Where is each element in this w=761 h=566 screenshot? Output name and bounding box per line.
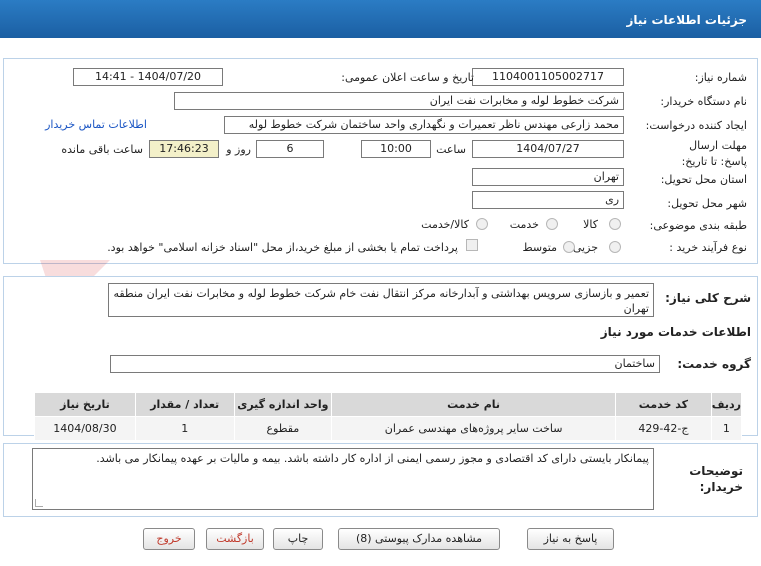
services-section-title: اطلاعات خدمات مورد نیاز xyxy=(600,325,751,339)
cell-need-date: 1404/08/30 xyxy=(34,416,136,441)
col-row-number: ردیف xyxy=(710,392,743,417)
remaining-time-field: 17:46:23 xyxy=(149,140,219,158)
table-row: 1 ج-42-429 ساخت سایر پروژه‌های مهندسی عم… xyxy=(34,416,743,441)
province-label: استان محل تحویل: xyxy=(660,173,747,186)
cell-unit: مقطوع xyxy=(233,416,333,441)
buyer-org-field: شرکت خطوط لوله و مخابرات نفت ایران xyxy=(174,92,624,110)
page-header: جزئیات اطلاعات نیاز xyxy=(0,0,761,38)
col-need-date: تاریخ نیاز xyxy=(34,392,136,417)
cell-service-code: ج-42-429 xyxy=(615,416,712,441)
table-header-row: ردیف کد خدمت نام خدمت واحد اندازه گیری ت… xyxy=(34,392,743,417)
category-goods-radio[interactable] xyxy=(609,218,621,230)
category-both-radio[interactable] xyxy=(476,218,488,230)
summary-textarea: تعمیر و بازسازی سرویس بهداشتی و آبدارخان… xyxy=(108,283,654,317)
need-number-field: 1104001105002717 xyxy=(472,68,624,86)
city-field: ری xyxy=(472,191,624,209)
service-group-label: گروه خدمت: xyxy=(677,357,751,371)
back-button[interactable]: بازگشت xyxy=(206,528,264,550)
process-medium-label: متوسط xyxy=(522,241,557,254)
exit-button[interactable]: خروج xyxy=(143,528,195,550)
category-label: طبقه بندی موضوعی: xyxy=(649,219,747,232)
process-minor-radio[interactable] xyxy=(609,241,621,253)
services-table: ردیف کد خدمت نام خدمت واحد اندازه گیری ت… xyxy=(34,392,743,441)
treasury-payment-note: پرداخت تمام یا بخشی از مبلغ خرید،از محل … xyxy=(107,241,458,254)
cell-row-number: 1 xyxy=(710,416,743,441)
notes-textarea: پیمانکار بایستی دارای کد اقتصادی و مجوز … xyxy=(32,448,654,510)
page-title: جزئیات اطلاعات نیاز xyxy=(626,13,747,27)
announce-label: تاریخ و ساعت اعلان عمومی: xyxy=(341,71,474,84)
province-field: تهران xyxy=(472,168,624,186)
deadline-time-field: 10:00 xyxy=(361,140,431,158)
category-service-radio[interactable] xyxy=(546,218,558,230)
view-documents-button[interactable]: مشاهده مدارک پیوستی (8) xyxy=(338,528,500,550)
days-remaining-field: 6 xyxy=(256,140,324,158)
contact-buyer-link[interactable]: اطلاعات تماس خریدار xyxy=(45,118,147,131)
category-both-label: کالا/خدمت xyxy=(421,218,469,231)
announce-field: 1404/07/20 - 14:41 xyxy=(73,68,223,86)
col-quantity: تعداد / مقدار xyxy=(134,392,235,417)
need-number-label: شماره نیاز: xyxy=(694,71,747,84)
print-button[interactable]: چاپ xyxy=(273,528,323,550)
process-medium-radio[interactable] xyxy=(563,241,575,253)
remaining-label: ساعت باقی مانده xyxy=(61,143,143,156)
notes-label: توضیحات خریدار: xyxy=(689,464,743,494)
need-info-panel xyxy=(3,58,758,264)
category-service-label: خدمت xyxy=(509,218,539,231)
resize-handle-icon[interactable] xyxy=(35,499,43,507)
service-group-field: ساختمان xyxy=(110,355,660,373)
notes-text: پیمانکار بایستی دارای کد اقتصادی و مجوز … xyxy=(96,452,649,465)
category-goods-label: کالا xyxy=(583,218,598,231)
deadline-label: مهلت ارسال پاسخ: تا تاریخ: xyxy=(681,139,747,168)
col-service-name: نام خدمت xyxy=(331,392,617,417)
creator-label: ایجاد کننده درخواست: xyxy=(645,119,747,132)
cell-quantity: 1 xyxy=(134,416,235,441)
process-minor-label: جزیی xyxy=(572,241,598,254)
city-label: شهر محل تحویل: xyxy=(667,197,747,210)
col-unit: واحد اندازه گیری xyxy=(233,392,333,417)
days-label: روز و xyxy=(226,143,251,156)
deadline-time-label: ساعت xyxy=(436,143,466,156)
buyer-org-label: نام دستگاه خریدار: xyxy=(660,95,747,108)
deadline-date-field: 1404/07/27 xyxy=(472,140,624,158)
treasury-payment-checkbox[interactable] xyxy=(466,239,478,251)
cell-service-name: ساخت سایر پروژه‌های مهندسی عمران xyxy=(331,416,617,441)
col-service-code: کد خدمت xyxy=(615,392,712,417)
summary-label: شرح کلی نیاز: xyxy=(665,291,751,305)
process-label: نوع فرآیند خرید : xyxy=(669,241,747,254)
reply-button[interactable]: پاسخ به نیاز xyxy=(527,528,614,550)
creator-field: محمد زارعی مهندس ناظر تعمیرات و نگهداری … xyxy=(224,116,624,134)
